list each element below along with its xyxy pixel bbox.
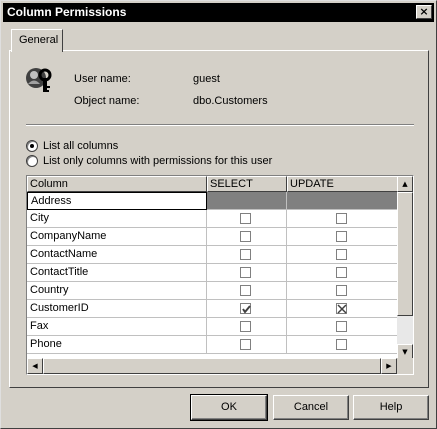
- column-name-cell[interactable]: Phone: [27, 336, 207, 354]
- update-checkbox-unchecked[interactable]: [336, 213, 347, 224]
- select-checkbox-unchecked[interactable]: [240, 321, 251, 332]
- column-permissions-dialog: Column Permissions × General User name: …: [0, 0, 437, 429]
- vertical-scroll-thumb[interactable]: [397, 192, 413, 316]
- column-name-cell[interactable]: ContactName: [27, 246, 207, 264]
- cancel-button[interactable]: Cancel: [273, 395, 349, 420]
- update-checkbox-unchecked[interactable]: [336, 267, 347, 278]
- update-permission-cell[interactable]: [287, 228, 399, 246]
- select-permission-cell[interactable]: [207, 246, 287, 264]
- ok-button[interactable]: OK: [190, 394, 268, 421]
- update-checkbox-denied[interactable]: [336, 303, 347, 314]
- column-name-cell[interactable]: CustomerID: [27, 300, 207, 318]
- select-checkbox-checked[interactable]: [240, 303, 251, 314]
- select-permission-cell[interactable]: [207, 300, 287, 318]
- table-row: ContactName: [27, 246, 399, 264]
- update-permission-cell[interactable]: [287, 192, 399, 210]
- column-header-update[interactable]: UPDATE: [287, 176, 399, 192]
- tab-general[interactable]: General: [11, 29, 63, 52]
- radio-list-all-columns[interactable]: List all columns: [26, 139, 118, 153]
- select-checkbox-unchecked[interactable]: [240, 339, 251, 350]
- select-permission-cell[interactable]: [207, 264, 287, 282]
- select-permission-cell[interactable]: [207, 336, 287, 354]
- column-name-cell[interactable]: CompanyName: [27, 228, 207, 246]
- select-checkbox-unchecked[interactable]: [240, 285, 251, 296]
- table-row: Phone: [27, 336, 399, 354]
- select-checkbox-unchecked[interactable]: [240, 213, 251, 224]
- radio-list-permitted-columns[interactable]: List only columns with permissions for t…: [26, 154, 272, 168]
- column-name-cell[interactable]: ContactTitle: [27, 264, 207, 282]
- update-checkbox-unchecked[interactable]: [336, 285, 347, 296]
- column-name-cell[interactable]: City: [27, 210, 207, 228]
- scroll-up-button[interactable]: ▲: [397, 176, 413, 192]
- dialog-title: Column Permissions: [7, 5, 127, 19]
- grid-body: Column SELECT UPDATE Address City CompanyN…: [27, 176, 399, 362]
- table-row: Address: [27, 192, 399, 210]
- update-permission-cell[interactable]: [287, 246, 399, 264]
- user-permissions-icon: [24, 64, 56, 96]
- table-row: CompanyName: [27, 228, 399, 246]
- column-header-column[interactable]: Column: [27, 176, 207, 192]
- update-checkbox-unchecked[interactable]: [336, 249, 347, 260]
- user-name-label: User name:: [74, 73, 131, 85]
- select-permission-cell[interactable]: [207, 210, 287, 228]
- radio-button-unchecked[interactable]: [26, 155, 38, 167]
- vertical-scrollbar[interactable]: ▲ ▼: [397, 176, 413, 360]
- update-permission-cell[interactable]: [287, 300, 399, 318]
- column-name-cell[interactable]: Country: [27, 282, 207, 300]
- select-permission-cell[interactable]: [207, 228, 287, 246]
- separator: [26, 124, 414, 126]
- horizontal-scroll-thumb[interactable]: [43, 358, 381, 374]
- update-permission-cell[interactable]: [287, 264, 399, 282]
- object-name-value: dbo.Customers: [193, 95, 268, 107]
- table-row: Fax: [27, 318, 399, 336]
- column-header-select[interactable]: SELECT: [207, 176, 287, 192]
- help-button[interactable]: Help: [353, 395, 429, 420]
- scrollbar-corner: [397, 358, 413, 374]
- select-checkbox-unchecked[interactable]: [240, 249, 251, 260]
- user-name-value: guest: [193, 73, 220, 85]
- radio-button-checked[interactable]: [26, 140, 38, 152]
- column-name-cell[interactable]: Address: [27, 192, 207, 210]
- grid-header-row: Column SELECT UPDATE: [27, 176, 399, 192]
- select-checkbox-unchecked[interactable]: [240, 231, 251, 242]
- update-permission-cell[interactable]: [287, 336, 399, 354]
- object-name-label: Object name:: [74, 95, 140, 107]
- update-checkbox-unchecked[interactable]: [336, 339, 347, 350]
- update-permission-cell[interactable]: [287, 318, 399, 336]
- scroll-left-button[interactable]: ◀: [27, 358, 43, 374]
- select-permission-cell[interactable]: [207, 192, 287, 210]
- title-bar: Column Permissions ×: [3, 3, 434, 22]
- update-checkbox-unchecked[interactable]: [336, 231, 347, 242]
- update-permission-cell[interactable]: [287, 282, 399, 300]
- select-permission-cell[interactable]: [207, 318, 287, 336]
- update-permission-cell[interactable]: [287, 210, 399, 228]
- radio-list-permitted-label: List only columns with permissions for t…: [43, 155, 273, 167]
- table-row: City: [27, 210, 399, 228]
- close-button[interactable]: ×: [416, 5, 432, 19]
- table-row: ContactTitle: [27, 264, 399, 282]
- radio-list-all-label: List all columns: [43, 140, 119, 152]
- table-row: Country: [27, 282, 399, 300]
- table-row: CustomerID: [27, 300, 399, 318]
- select-permission-cell[interactable]: [207, 282, 287, 300]
- select-checkbox-unchecked[interactable]: [240, 267, 251, 278]
- horizontal-scrollbar[interactable]: ◀ ▶: [27, 358, 397, 374]
- tab-general-label: General: [19, 34, 59, 46]
- update-checkbox-unchecked[interactable]: [336, 321, 347, 332]
- permissions-grid[interactable]: Column SELECT UPDATE Address City CompanyN…: [26, 175, 414, 375]
- scroll-right-button[interactable]: ▶: [381, 358, 397, 374]
- column-name-cell[interactable]: Fax: [27, 318, 207, 336]
